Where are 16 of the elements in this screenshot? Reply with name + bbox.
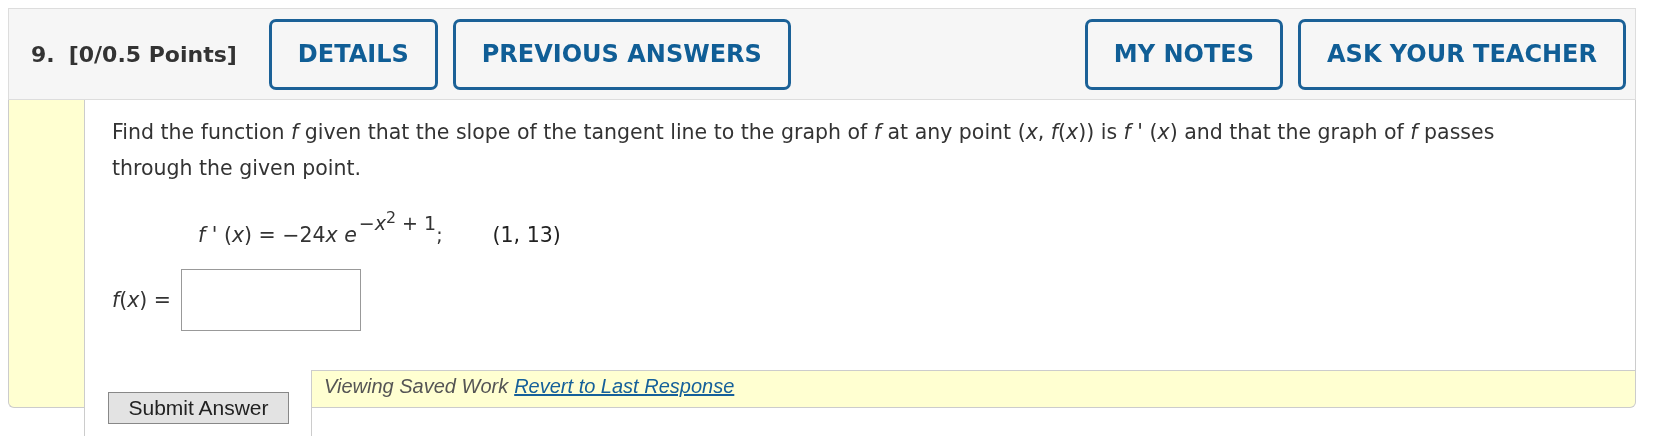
points-label: [0/0.5 Points]	[68, 41, 237, 67]
question-text: Find the function f given that the slope of the tangent line to the graph of f at any point (x, f(x)) is f ' (x) and that the graph of f passes through the given point.	[112, 119, 1496, 182]
header-button[interactable]: DETAILS	[268, 18, 438, 90]
header-button[interactable]: MY NOTES	[1084, 18, 1283, 90]
formula: f ' (x) = −24x e	[198, 223, 357, 248]
revert-link[interactable]: Revert to Last Response	[514, 375, 735, 397]
header-button[interactable]: ASK YOUR TEACHER	[1298, 18, 1626, 90]
point-label: (1, 13)	[492, 223, 561, 248]
answer-label: f(x) =	[112, 288, 172, 313]
submit-button[interactable]: Submit Answer	[108, 392, 289, 424]
exponent: −x$^{2}$ + 1	[358, 207, 437, 236]
answer-field[interactable]	[181, 269, 362, 332]
question-number: 9.	[31, 41, 55, 67]
saved-work-text: Viewing Saved Work	[324, 375, 509, 397]
semicolon: ;	[436, 224, 443, 247]
header-button[interactable]: PREVIOUS ANSWERS	[452, 18, 791, 90]
